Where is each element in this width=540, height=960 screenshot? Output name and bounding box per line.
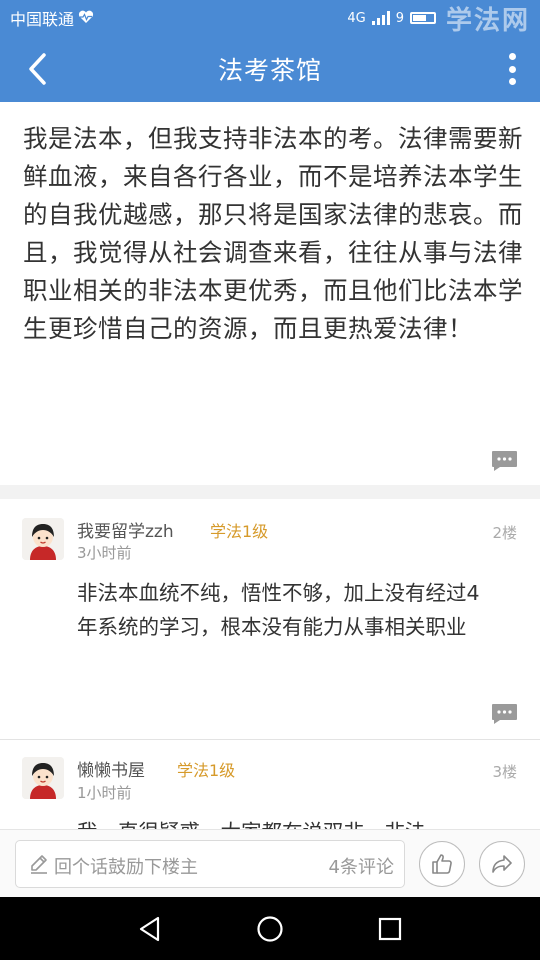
clock: 9	[395, 10, 404, 26]
carrier-group: 中国联通	[10, 6, 94, 30]
user-level-badge: 学法1级	[177, 761, 236, 780]
comment-count[interactable]: 4条评论	[329, 853, 394, 879]
comment-icon	[492, 704, 517, 724]
user-level-badge: 学法1级	[210, 522, 269, 541]
post-card: 我是法本，但我支持非法本的考。法律需要新鲜血液，来自各行各业，而不是培养法本学生…	[0, 102, 540, 485]
system-nav-bar	[0, 897, 540, 960]
comment-bar: 回个话鼓励下楼主 4条评论	[0, 829, 540, 897]
circle-home-icon	[257, 916, 283, 942]
battery-icon	[409, 12, 436, 24]
section-separator	[0, 485, 540, 499]
comment-placeholder: 回个话鼓励下楼主	[54, 857, 198, 878]
chevron-left-icon	[29, 53, 46, 85]
pencil-icon	[31, 855, 47, 874]
status-bar: 中国联通 4G 9 学法网	[0, 0, 540, 36]
reply-time: 3小时前	[77, 544, 132, 562]
reply-username[interactable]: 懒懒书屋	[77, 756, 145, 781]
thumbs-up-icon	[432, 854, 452, 874]
more-options-button[interactable]	[502, 49, 522, 89]
post-body: 我是法本，但我支持非法本的考。法律需要新鲜血液，来自各行各业，而不是培养法本学生…	[23, 124, 523, 343]
comment-icon	[492, 451, 517, 471]
system-recents-button[interactable]	[372, 911, 408, 947]
more-dot-icon	[508, 78, 516, 85]
floor-number: 2楼	[492, 524, 517, 542]
avatar[interactable]	[22, 518, 64, 560]
nav-bar: 法考茶馆	[0, 36, 540, 102]
avatar[interactable]	[22, 757, 64, 799]
reply-text: 非法本血统不纯，悟性不够，加上没有经过4年系统的学习，根本没有能力从事相关职业	[77, 581, 480, 639]
like-button[interactable]	[419, 841, 465, 887]
signal-icon	[371, 11, 390, 25]
back-button[interactable]	[18, 50, 56, 88]
status-right: 4G 9 学法网	[347, 0, 530, 37]
carrier-name: 中国联通	[10, 10, 75, 29]
system-home-button[interactable]	[252, 911, 288, 947]
reply-text: 我一直很疑惑，大家都在说双非，非法	[77, 815, 497, 829]
floor-number: 3楼	[492, 763, 517, 781]
square-recents-icon	[378, 917, 402, 941]
comment-input[interactable]: 回个话鼓励下楼主 4条评论	[15, 840, 405, 888]
triangle-back-icon	[139, 916, 160, 942]
watermark-logo: 学法网	[445, 5, 530, 36]
network-label: 4G	[347, 10, 366, 26]
reply-comment-button[interactable]	[490, 703, 518, 725]
reply-item: 我要留学zzh 学法1级 2楼 3小时前 非法本血统不纯，悟性不够，加上没有经过…	[0, 499, 540, 739]
reply-username[interactable]: 我要留学zzh	[77, 517, 174, 542]
share-button[interactable]	[479, 841, 525, 887]
more-dot-icon	[508, 53, 516, 60]
reply-time: 1小时前	[77, 784, 132, 802]
health-icon	[78, 9, 94, 28]
user-avatar-icon	[22, 757, 64, 799]
page-title: 法考茶馆	[217, 56, 322, 85]
more-dot-icon	[508, 65, 516, 73]
share-icon	[492, 855, 512, 873]
user-avatar-icon	[22, 518, 64, 560]
system-back-button[interactable]	[132, 911, 168, 947]
reply-item: 懒懒书屋 学法1级 3楼 1小时前 我一直很疑惑，大家都在说双非，非法	[0, 740, 540, 829]
post-reply-button[interactable]	[490, 450, 518, 472]
